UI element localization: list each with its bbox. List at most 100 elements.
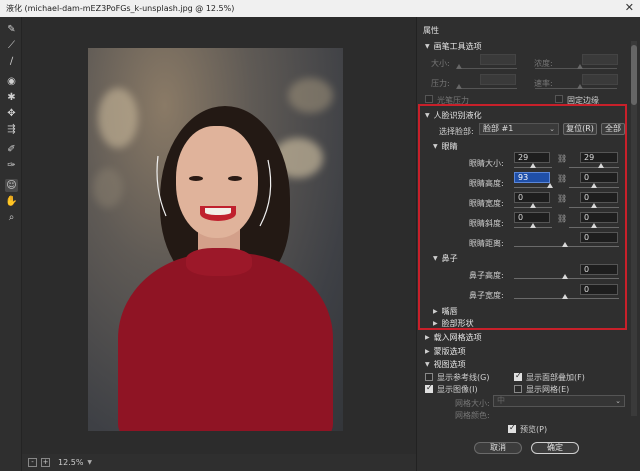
title-bar: 液化 (michael-dam-mEZ3PoFGs_k-unsplash.jpg… (0, 0, 640, 17)
nose-width-slider[interactable] (562, 294, 568, 299)
face-shape-title: 脸部形状 (441, 318, 474, 328)
mesh-size-value: 中 (497, 396, 505, 405)
pin-edges-checkbox[interactable] (555, 95, 563, 103)
forward-warp-icon[interactable]: ✎ (5, 23, 18, 36)
link-icon[interactable]: ⛓ (557, 174, 567, 183)
eye-size-right-slider[interactable] (598, 163, 604, 168)
brush-density-field[interactable] (582, 54, 618, 65)
eye-height-left-slider[interactable] (547, 183, 553, 188)
eye-width-left-slider[interactable] (530, 203, 536, 208)
eye-distance-slider[interactable] (562, 242, 568, 247)
photo-preview[interactable] (88, 48, 343, 431)
brush-pressure-label: 压力: (431, 79, 450, 88)
collapse-triangle-icon: ▶ (425, 333, 430, 341)
chevron-down-icon: ⌄ (549, 125, 555, 133)
load-mesh-header[interactable]: ▶ 载入网格选项 (425, 331, 639, 343)
eye-distance-field[interactable]: 0 (580, 232, 618, 243)
select-face-label: 选择脸部: (439, 127, 474, 136)
chevron-down-icon[interactable]: ▼ (87, 459, 92, 466)
mouth-title: 嘴唇 (441, 306, 458, 316)
ok-button[interactable]: 确定 (531, 442, 579, 454)
bloat-icon[interactable]: ✥ (5, 107, 18, 120)
eye-tilt-label: 眼睛斜度: (469, 219, 504, 228)
thaw-mask-icon[interactable]: ✑ (5, 159, 18, 172)
smooth-icon[interactable]: ∕ (5, 55, 18, 68)
link-icon[interactable]: ⛓ (557, 154, 567, 163)
eye-tilt-right-field[interactable]: 0 (580, 212, 618, 223)
select-face-value: 脸部 #1 (483, 124, 514, 133)
eye-size-label: 眼睛大小: (469, 159, 504, 168)
zoom-icon[interactable]: ⌕ (5, 211, 18, 224)
show-face-overlay-checkbox[interactable] (514, 371, 522, 381)
link-icon[interactable]: ⛓ (557, 214, 567, 223)
eye-size-right-field[interactable]: 29 (580, 152, 618, 163)
eye-size-left-slider[interactable] (530, 163, 536, 168)
brush-options-header[interactable]: ▼ 画笔工具选项 (425, 40, 639, 52)
eye-tilt-right-slider[interactable] (591, 223, 597, 228)
nose-height-slider[interactable] (562, 274, 568, 279)
stylus-pressure-checkbox[interactable] (425, 95, 433, 103)
eye-width-left-field[interactable]: 0 (514, 192, 550, 203)
eye-tilt-left-slider[interactable] (530, 223, 536, 228)
mouth-header[interactable]: ▶ 嘴唇 (433, 305, 640, 317)
mesh-color-label: 网格颜色: (455, 411, 490, 420)
panel-scroll-thumb[interactable] (631, 45, 637, 105)
eye-width-right-field[interactable]: 0 (580, 192, 618, 203)
show-mesh-checkbox[interactable] (514, 385, 522, 393)
load-mesh-title: 载入网格选项 (433, 332, 482, 342)
push-left-icon[interactable]: ⇶ (5, 123, 18, 136)
view-options-title: 视图选项 (433, 359, 466, 369)
close-icon[interactable]: ✕ (625, 1, 634, 14)
nose-height-field[interactable]: 0 (580, 264, 618, 275)
face-shape-header[interactable]: ▶ 脸部形状 (433, 317, 640, 329)
pucker-icon[interactable]: ✱ (5, 91, 18, 104)
face-aware-title: 人脸识别液化 (433, 110, 482, 120)
preview-checkbox[interactable] (508, 423, 516, 433)
properties-panel: 属性 ▼ 画笔工具选项 大小: 浓度: 压力: 速率: 光笔压力 固定边缘 ▼ … (416, 17, 640, 471)
brush-size-field[interactable] (480, 54, 516, 65)
all-button[interactable]: 全部 (601, 123, 625, 135)
select-face-dropdown[interactable]: 脸部 #1 ⌄ (479, 123, 559, 135)
eyes-header[interactable]: ▼ 眼睛 (433, 140, 640, 152)
face-tool-icon[interactable]: ☺ (5, 179, 18, 192)
nose-height-label: 鼻子高度: (469, 271, 504, 280)
expand-triangle-icon: ▼ (425, 111, 430, 119)
mesh-size-dropdown[interactable]: 中 ⌄ (493, 395, 625, 407)
show-image-label: 显示图像(I) (437, 385, 478, 394)
eye-tilt-left-field[interactable]: 0 (514, 212, 550, 223)
canvas-area[interactable] (22, 17, 416, 454)
show-guides-checkbox[interactable] (425, 373, 433, 381)
hand-icon[interactable]: ✋ (5, 195, 18, 208)
view-options-header[interactable]: ▼ 视图选项 (425, 358, 639, 370)
pin-edges-label: 固定边缘 (567, 96, 599, 105)
nose-width-field[interactable]: 0 (580, 284, 618, 295)
eye-height-right-field[interactable]: 0 (580, 172, 618, 183)
eye-distance-label: 眼睛距离: (469, 239, 504, 248)
nose-header[interactable]: ▼ 鼻子 (433, 252, 640, 264)
freeze-mask-icon[interactable]: ✐ (5, 143, 18, 156)
twirl-icon[interactable]: ◉ (5, 75, 18, 88)
face-aware-header[interactable]: ▼ 人脸识别液化 (425, 109, 639, 121)
brush-pressure-field[interactable] (480, 74, 516, 85)
cancel-button[interactable]: 取消 (474, 442, 522, 454)
preview-label: 预览(P) (520, 425, 548, 434)
zoom-in-button[interactable]: + (41, 458, 50, 467)
show-guides-label: 显示参考线(G) (437, 373, 490, 382)
reset-button[interactable]: 复位(R) (563, 123, 597, 135)
eye-size-left-field[interactable]: 29 (514, 152, 550, 163)
mask-options-header[interactable]: ▶ 蒙版选项 (425, 345, 639, 357)
brush-rate-field[interactable] (582, 74, 618, 85)
reconstruct-icon[interactable]: ⟋ (5, 39, 18, 52)
status-bar: - + 12.5% ▼ (22, 454, 416, 471)
collapse-triangle-icon: ▶ (433, 319, 438, 327)
eyes-title: 眼睛 (441, 141, 458, 151)
link-icon[interactable]: ⛓ (557, 194, 567, 203)
show-image-checkbox[interactable] (425, 383, 433, 393)
zoom-out-button[interactable]: - (28, 458, 37, 467)
eye-width-right-slider[interactable] (591, 203, 597, 208)
panel-title: 属性 (423, 26, 439, 35)
expand-triangle-icon: ▼ (433, 254, 438, 262)
eye-height-right-slider[interactable] (591, 183, 597, 188)
eye-height-left-field[interactable]: 93 (514, 172, 550, 183)
zoom-level[interactable]: 12.5% (58, 458, 83, 467)
